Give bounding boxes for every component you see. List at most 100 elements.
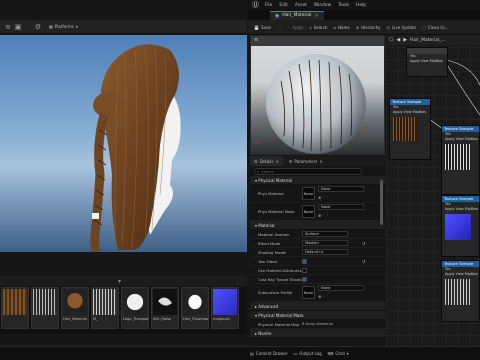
parameters-icon: ⚙ [288,158,293,164]
apply-button[interactable]: ✓ Apply [287,25,304,30]
phys-material-mask-picker[interactable]: None [318,204,364,210]
clean-graph-button[interactable]: ⬚ Clean Gr... [422,25,449,30]
save-icon: 💾 [254,24,259,30]
details-search-box[interactable]: ⌕ Search [254,167,362,175]
content-drawer-button[interactable]: ▤ Content Drawer [250,351,288,356]
reset-arrow-icon[interactable]: ↺ [362,241,365,246]
menu-tools[interactable]: Tools [338,3,349,8]
two-sided-checkbox[interactable] [302,258,307,264]
details-panel: ⌕ Search ▾ Physical Material Phys Materi… [250,166,385,346]
asset-tile[interactable] [31,287,59,329]
shading-model-dropdown[interactable]: Default Lit [302,249,348,255]
texture-sample-node[interactable]: Texture Sample Tex Apply View MipBias [441,125,480,195]
chevron-down-icon[interactable]: ▾ [118,278,121,285]
browse-icon[interactable]: ⊕ [318,195,321,200]
graph-node[interactable]: Yes Apply View MipBias [406,47,448,77]
live-update-button[interactable]: ◴ Live Update [387,25,416,30]
save-button[interactable]: 💾 Save [254,25,271,30]
prop-two-sided: Two Sided ↺ [250,257,385,266]
hierarchy-button[interactable]: ⋔ Hierarchy [356,25,381,30]
menu-asset[interactable]: Asset [295,3,307,8]
preview-menu-icon[interactable]: ≡ [254,37,258,43]
prop-physical-material-map: Physical Material Map 8 Array elements [250,320,385,329]
folder-icon: 🗀 [276,23,281,29]
folder-icon[interactable]: 🗀 [323,194,327,201]
section-nanite[interactable]: ▸ Nanite [250,329,385,338]
cmd-button[interactable]: ⌨ Cmd ▾ [328,351,349,356]
phys-material-thumbnail[interactable]: None [302,187,315,200]
prop-subsurface-profile: Subsurface Profile None None ⊕ 🗀 [250,284,385,302]
tab-details[interactable]: ☰ Details × [250,156,283,166]
asset-thumbnail [213,289,237,315]
material-editor-toolbar: 💾 Save 🗀 ✓ Apply ⌕ Search ⌂ Home ⋔ Hierarchy … [248,20,480,35]
axis-gizmo-icon: ⌐ [255,140,261,147]
texture-sample-node[interactable]: Texture Sample Tex Apply View MipBias [441,260,480,322]
section-physical-material-mask[interactable]: ▾ Physical Material Mask [250,311,385,320]
asset-tile[interactable]: M_ [91,287,119,329]
section-material[interactable]: ▾ Material [250,221,385,230]
material-graph[interactable]: ⎔ ◀ ▶ Hair_Material_... Yes Apply View M… [386,35,480,346]
material-domain-dropdown[interactable]: Surface [302,231,348,237]
content-browser: Hair_Material M_ Logo_Transparent Skin_B… [0,286,247,334]
asset-tile[interactable]: mapbuild [211,287,239,329]
details-scrollbar[interactable] [380,180,383,225]
material-editor-menubar: Ⓤ File Edit Asset Window Tools Help [248,0,480,10]
asset-tile[interactable] [1,287,29,329]
browse-icon[interactable]: ⊕ [318,294,321,299]
asset-tile[interactable]: Skin_Base [151,287,179,329]
asset-thumbnail [93,289,117,315]
menu-help[interactable]: Help [356,3,366,8]
subsurface-profile-picker[interactable]: None [318,285,364,291]
chevron-down-icon: ▾ [346,351,349,356]
asset-tile[interactable]: Logo_Transparent [121,287,149,329]
settings-icon[interactable]: ⚙ [33,22,43,32]
prop-phys-material-mask: Phys Material Mask None None ⊕ 🗀 [250,203,385,221]
close-icon[interactable]: × [319,159,322,164]
home-button[interactable]: ⌂ Home [333,25,349,30]
prop-shading-model: Shading Model Default Lit [250,248,385,257]
subsurface-profile-thumbnail[interactable]: None [302,286,315,299]
menu-icon[interactable]: ≡ [3,22,13,32]
preview-view-mode-button[interactable] [263,37,285,44]
browse-icon[interactable]: ⊕ [318,213,321,218]
chevron-down-icon: ▾ [75,24,78,29]
level-viewport[interactable] [0,35,247,252]
folder-icon[interactable]: 🗀 [323,212,327,219]
asset-tile[interactable]: Hair_Material [61,287,89,329]
cast-ray-traced-shadows-checkbox[interactable] [302,276,307,282]
blend-mode-dropdown[interactable]: Masked [302,240,348,246]
texture-sample-node[interactable]: Texture Sample Tex Apply View MipBias [441,195,480,257]
section-advanced[interactable]: ▸ Advanced [250,302,385,311]
save-icon[interactable]: ▣ [13,22,23,32]
tab-parameters[interactable]: ⚙ Parameters × [289,159,323,164]
use-material-attributes-checkbox[interactable] [302,267,307,273]
asset-glyph [158,297,172,306]
reset-arrow-icon[interactable]: ↺ [362,259,365,264]
search-icon: ⌕ [309,24,312,30]
prop-material-domain: Material Domain Surface [250,230,385,239]
texture-sample-node[interactable]: Texture Sample Tex Apply View MipBias [389,98,431,160]
texture-preview [445,144,471,170]
platforms-button[interactable]: ▦ Platforms ▾ [49,24,78,29]
material-editor-tabbar: ◉ Hair_Material × [248,10,480,20]
output-log-button[interactable]: ▭ Output Log [294,351,322,356]
texture-preview [445,214,471,240]
menu-edit[interactable]: Edit [279,3,288,8]
material-preview-viewport[interactable]: ≡ ⌐ [250,35,385,155]
browse-button[interactable]: 🗀 [277,24,281,31]
phys-material-picker[interactable]: None [318,186,364,192]
preview-lit-button[interactable] [289,37,305,44]
section-physical-material[interactable]: ▾ Physical Material [250,176,385,185]
close-icon[interactable]: × [275,159,278,164]
folder-icon[interactable]: 🗀 [323,293,327,300]
asset-tile[interactable]: Hair_Flowmap [181,287,209,329]
phys-material-mask-thumbnail[interactable]: None [302,205,315,218]
menu-file[interactable]: File [265,3,272,8]
status-bar: ▤ Content Drawer ▭ Output Log ⌨ Cmd ▾ [0,346,480,360]
asset-thumbnail [183,289,207,315]
close-icon[interactable]: × [314,13,318,19]
search-button[interactable]: ⌕ Search [309,25,327,30]
tab-hair-material[interactable]: ◉ Hair_Material × [270,10,324,20]
prop-use-material-attributes: Use Material Attributes [250,266,385,275]
menu-window[interactable]: Window [314,3,331,8]
